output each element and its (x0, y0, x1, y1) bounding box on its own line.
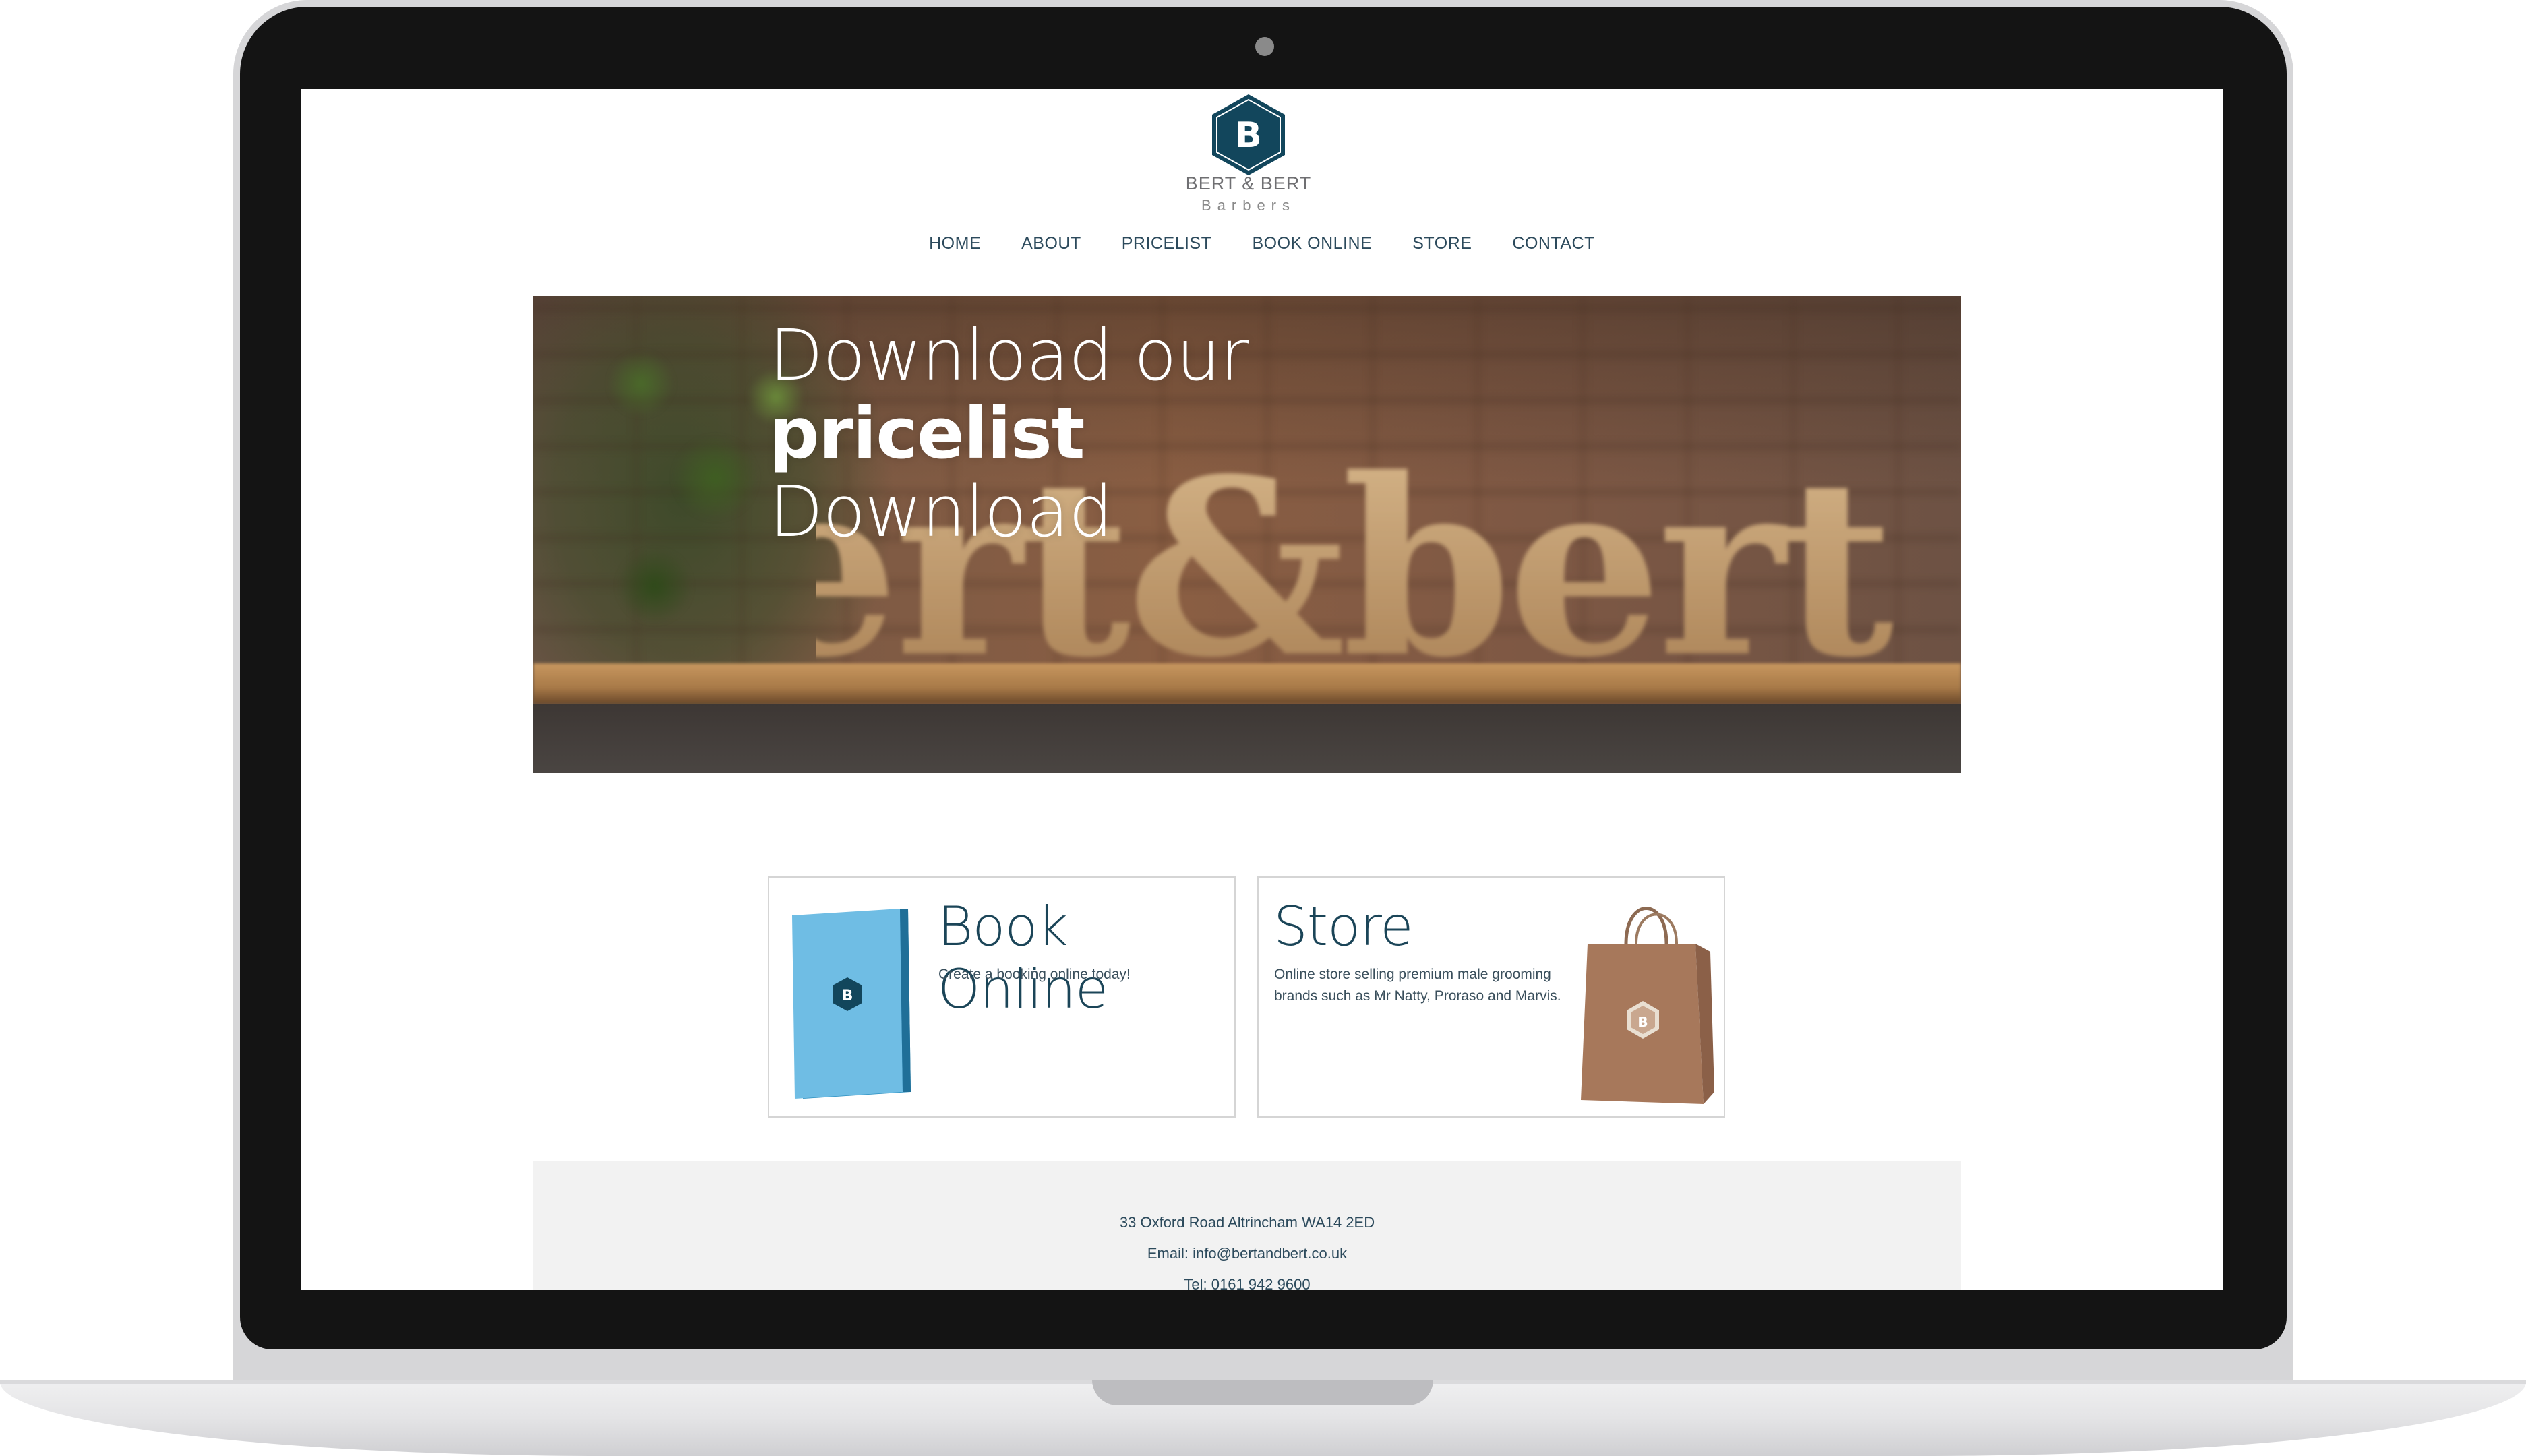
site-footer: 33 Oxford Road Altrincham WA14 2ED Email… (533, 1161, 1961, 1290)
booklet-image: B (792, 909, 911, 1099)
nav-store[interactable]: STORE (1412, 234, 1472, 253)
footer-address: 33 Oxford Road Altrincham WA14 2ED (1119, 1214, 1375, 1231)
main-nav: HOME ABOUT PRICELIST BOOK ONLINE STORE C… (301, 234, 2223, 253)
brand-name: BERT & BERT (1185, 173, 1312, 193)
nav-home[interactable]: HOME (929, 234, 981, 253)
book-online-card[interactable]: B Book Online Create a booking online to… (768, 876, 1236, 1118)
browser-screen: B BERT & BERT Barbers HOME ABOUT PRICELI… (301, 89, 2223, 1290)
footer-email[interactable]: Email: info@bertandbert.co.uk (533, 1245, 1961, 1263)
bag-logo-letter: B (1637, 1014, 1648, 1030)
nav-contact[interactable]: CONTACT (1512, 234, 1594, 253)
nav-pricelist[interactable]: PRICELIST (1122, 234, 1212, 253)
hero-line-pricelist: pricelist (769, 392, 1085, 475)
hero-heading: Download our pricelist Download (769, 314, 1249, 551)
hero-shelf (533, 663, 1961, 704)
nav-about[interactable]: ABOUT (1021, 234, 1081, 253)
hero-download-link[interactable]: Download (769, 473, 1248, 551)
camera-icon (1255, 37, 1274, 56)
footer-phone[interactable]: Tel: 0161 942 9600 (533, 1276, 1961, 1290)
hero-bottom-band (533, 704, 1961, 773)
shopping-bag-image: B (1581, 907, 1714, 1104)
book-online-title: Book Online (938, 895, 1108, 1021)
hero-line-download-our: Download our (769, 314, 1249, 396)
hero-banner: bert&bert Download our pricelist Downloa… (533, 296, 1961, 773)
logo-letter: B (1235, 115, 1262, 156)
site-header: B BERT & BERT Barbers HOME ABOUT PRICELI… (301, 89, 2223, 291)
store-title: Store (1273, 895, 1413, 958)
booklet-logo-letter: B (842, 988, 853, 1004)
laptop-notch (1092, 1380, 1433, 1405)
store-card[interactable]: Store Online store selling premium male … (1257, 876, 1725, 1118)
hexagon-logo-icon: B (1212, 94, 1285, 175)
brand-tagline: Barbers (1201, 197, 1296, 214)
book-online-description: Create a booking online today! (938, 967, 1131, 982)
store-description: Online store selling premium male groomi… (1274, 967, 1561, 1004)
nav-book-online[interactable]: BOOK ONLINE (1252, 234, 1372, 253)
brand-logo[interactable]: B (1208, 93, 1289, 177)
